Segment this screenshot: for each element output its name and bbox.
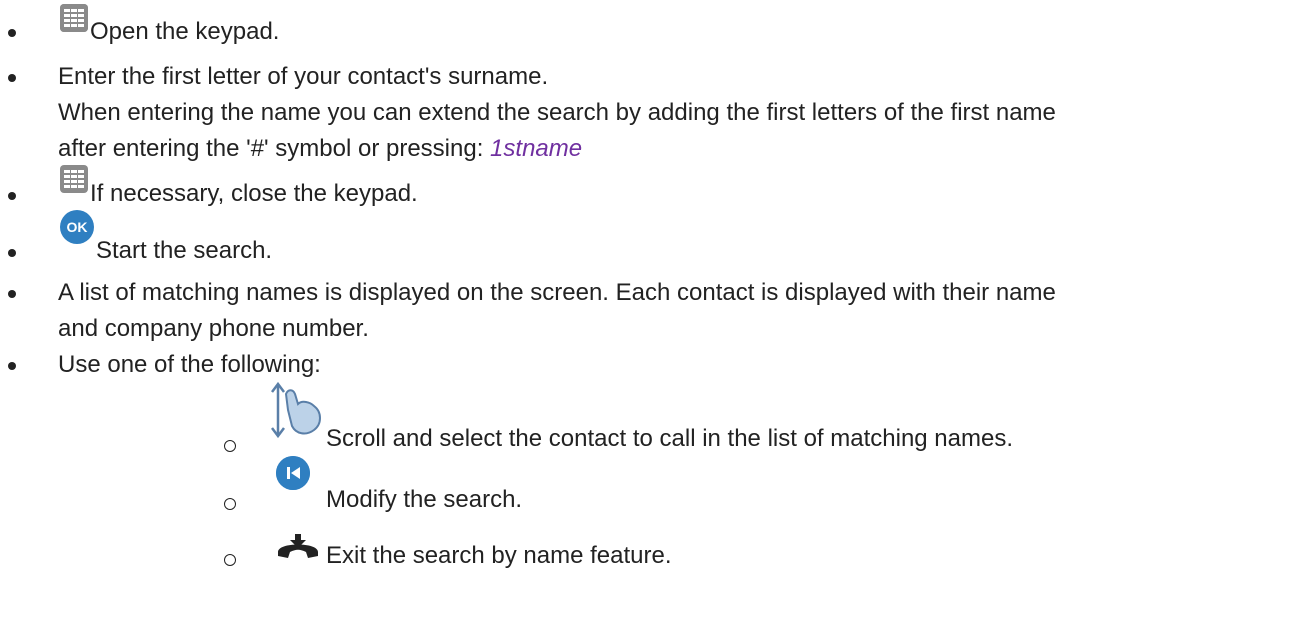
option-modify-search: Modify the search.: [326, 486, 523, 513]
step-open-keypad: Open the keypad.: [90, 18, 280, 45]
step-list-displayed-1: A list of matching names is displayed on…: [58, 279, 1056, 306]
sub-bullet: [224, 554, 236, 566]
bullet: [8, 192, 16, 200]
step-start-search: Start the search.: [96, 237, 273, 264]
step-list-displayed-2: and company phone number.: [58, 315, 369, 342]
back-to-start-icon: [276, 456, 310, 490]
sub-bullet: [224, 498, 236, 510]
hang-up-icon: [276, 532, 320, 567]
bullet: [8, 290, 16, 298]
bullet: [8, 362, 16, 370]
step-enter-letter-note-1: When entering the name you can extend th…: [58, 99, 1056, 126]
ok-icon: OK: [60, 210, 94, 244]
sub-bullet: [224, 440, 236, 452]
bullet: [8, 29, 16, 37]
option-exit-search: Exit the search by name feature.: [326, 542, 672, 569]
step-use-following: Use one of the following:: [58, 351, 321, 378]
keypad-icon: [60, 165, 88, 198]
scroll-gesture-icon: [268, 380, 328, 447]
keypad-icon: [60, 4, 88, 32]
bullet: [8, 74, 16, 82]
step-close-keypad: If necessary, close the keypad.: [90, 180, 418, 207]
bullet: [8, 249, 16, 257]
step-enter-letter: Enter the first letter of your contact's…: [58, 63, 549, 90]
option-scroll-select: Scroll and select the contact to call in…: [326, 425, 1014, 452]
step-enter-letter-note-2: after entering the '#' symbol or pressin…: [58, 135, 582, 163]
note-text: after entering the '#' symbol or pressin…: [58, 135, 491, 162]
softkey-1stname[interactable]: 1stname: [490, 135, 582, 162]
